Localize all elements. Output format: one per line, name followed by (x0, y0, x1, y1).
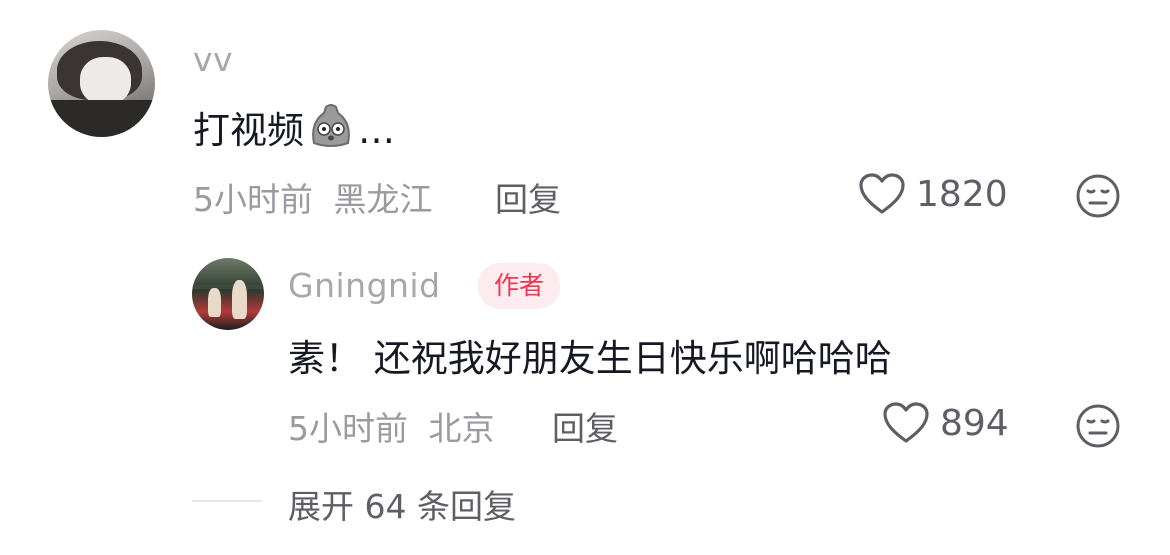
comment-reply-button[interactable]: 回复 (495, 173, 561, 221)
heart-icon (882, 401, 930, 445)
commenter-username[interactable]: vv (193, 40, 233, 79)
comment-time: 5小时前 (193, 180, 313, 219)
expand-divider (192, 500, 262, 502)
reply-like-count: 894 (940, 402, 1009, 444)
reply-like-button[interactable]: 894 (882, 401, 1009, 445)
reply-time: 5小时前 (288, 409, 408, 448)
comment-time-location: 5小时前 黑龙江 (193, 173, 433, 221)
reply-reply-button[interactable]: 回复 (552, 402, 618, 450)
reply-username[interactable]: Gningnid (288, 266, 441, 305)
comment-like-count: 1820 (916, 173, 1008, 215)
reply-author-avatar[interactable] (192, 258, 264, 330)
expand-replies-button[interactable]: 展开 64 条回复 (288, 480, 516, 528)
dislike-face-icon[interactable] (1074, 402, 1122, 450)
comment-text-body: 打视频 (193, 109, 304, 152)
reply-text: 素！ 还祝我好朋友生日快乐啊哈哈哈 (288, 337, 892, 380)
comment-location: 黑龙江 (333, 180, 433, 219)
dislike-face-icon[interactable] (1074, 172, 1122, 220)
sack-face-emoji-icon (306, 103, 356, 158)
author-badge: 作者 (478, 263, 561, 309)
comment-text: 打视频 … (193, 100, 395, 158)
reply-location: 北京 (428, 409, 495, 448)
comment-ellipsis: … (358, 109, 395, 152)
comment-like-button[interactable]: 1820 (858, 172, 1008, 216)
commenter-avatar[interactable] (48, 30, 155, 137)
reply-time-location: 5小时前 北京 (288, 402, 495, 450)
heart-icon (858, 172, 906, 216)
